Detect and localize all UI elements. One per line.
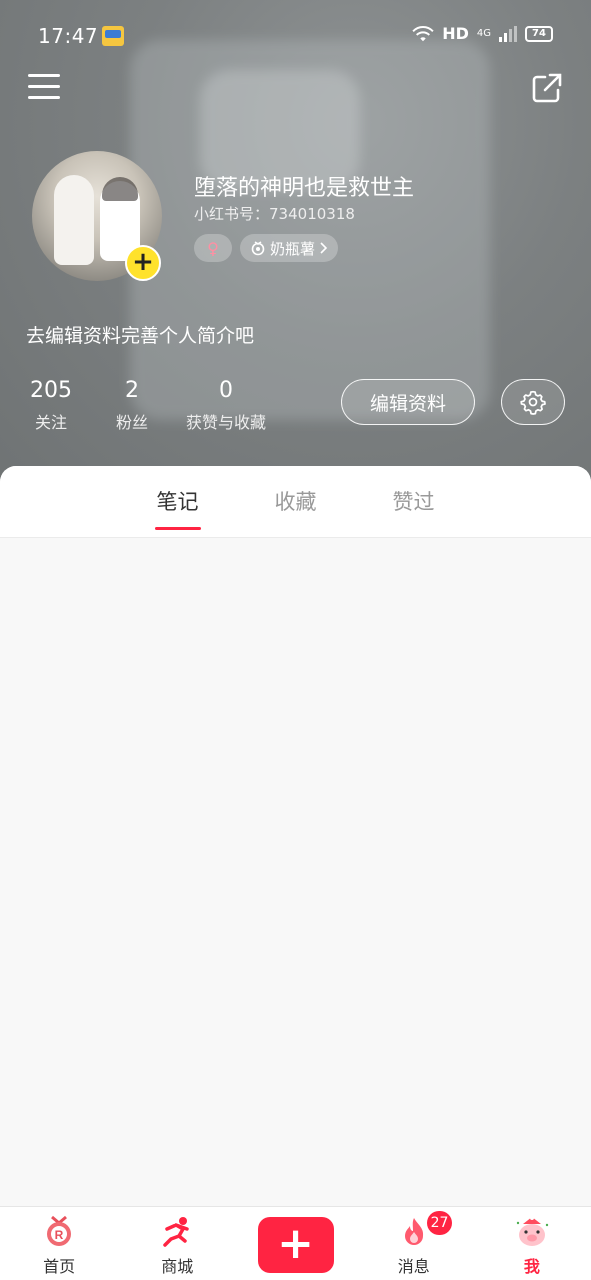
tab-label: 收藏	[274, 489, 317, 514]
notes-feed-empty	[0, 538, 591, 1206]
content-sheet: 笔记 收藏 赞过	[0, 466, 591, 1206]
user-id-value: 734010318	[269, 205, 355, 223]
hd-indicator: HD	[442, 24, 469, 43]
stat-followers[interactable]: 2 粉丝	[110, 378, 154, 433]
username: 堕落的神明也是救世主	[194, 176, 415, 201]
nav-publish[interactable]: +	[236, 1207, 354, 1280]
profile-stats: 205 关注 2 粉丝 0 获赞与收藏	[24, 378, 304, 433]
battery-icon: 74	[525, 25, 553, 42]
nav-mall[interactable]: 商城	[118, 1207, 236, 1280]
stat-following[interactable]: 205 关注	[24, 378, 78, 433]
nav-label: 商城	[161, 1257, 194, 1276]
signal-icon	[499, 25, 517, 42]
stat-label: 关注	[34, 413, 67, 432]
tab-liked[interactable]: 赞过	[355, 466, 473, 538]
stat-number: 2	[125, 378, 139, 403]
svg-text:R: R	[55, 1228, 64, 1242]
stat-number: 0	[219, 378, 233, 403]
avatar-add-button[interactable]: +	[125, 245, 161, 281]
stat-label: 粉丝	[115, 413, 148, 432]
notification-app-icon	[102, 26, 124, 46]
tab-label: 赞过	[392, 489, 435, 514]
gender-tag[interactable]: ♀	[194, 234, 232, 262]
status-indicators: HD 4G 74	[412, 24, 553, 43]
avatar-figure	[54, 175, 94, 265]
nav-messages[interactable]: 消息 27	[355, 1207, 473, 1280]
chevron-right-icon	[320, 242, 328, 254]
status-time: 17:47	[38, 24, 99, 48]
avatar-container[interactable]: +	[32, 151, 162, 281]
bottom-navigation: R 首页 商城 + 消息 27 我	[0, 1206, 591, 1280]
medal-icon	[251, 241, 265, 256]
running-figure-icon	[163, 1217, 190, 1247]
zodiac-tag[interactable]: 奶瓶薯	[240, 234, 339, 262]
avatar-figure	[102, 177, 138, 201]
stat-number: 205	[30, 378, 72, 403]
home-medal-icon: R	[47, 1215, 72, 1246]
publish-button[interactable]: +	[257, 1217, 334, 1273]
edit-profile-button[interactable]: 编辑资料	[341, 379, 475, 425]
profile-tabs: 笔记 收藏 赞过	[0, 466, 591, 538]
nav-home[interactable]: R 首页	[0, 1207, 118, 1280]
nav-me[interactable]: 我	[473, 1207, 591, 1280]
tab-label: 笔记	[156, 489, 199, 514]
gear-icon	[520, 390, 546, 415]
status-bar: 17:47 HD 4G 74	[0, 0, 591, 72]
stat-likes-collects[interactable]: 0 获赞与收藏	[180, 378, 272, 433]
nav-label: 我	[523, 1257, 540, 1276]
nav-label: 首页	[43, 1257, 76, 1276]
tab-notes[interactable]: 笔记	[119, 466, 237, 538]
stat-label: 获赞与收藏	[185, 413, 266, 432]
pig-avatar-icon	[516, 1216, 549, 1246]
zodiac-tag-label: 奶瓶薯	[270, 239, 316, 258]
nav-label: 消息	[397, 1257, 430, 1276]
cell-type: 4G	[476, 28, 491, 39]
settings-button[interactable]	[501, 379, 565, 425]
wifi-icon	[412, 25, 434, 41]
user-id: 小红书号：734010318	[194, 203, 355, 224]
female-icon: ♀	[207, 238, 219, 258]
messages-badge: 27	[426, 1211, 453, 1235]
hamburger-menu-icon[interactable]	[28, 74, 60, 102]
active-tab-indicator	[154, 526, 201, 530]
user-id-label: 小红书号：	[194, 205, 270, 223]
tab-collections[interactable]: 收藏	[237, 466, 355, 538]
profile-bio[interactable]: 去编辑资料完善个人简介吧	[26, 321, 254, 348]
profile-tags: ♀ 奶瓶薯	[194, 234, 339, 262]
share-external-icon[interactable]	[531, 72, 563, 104]
